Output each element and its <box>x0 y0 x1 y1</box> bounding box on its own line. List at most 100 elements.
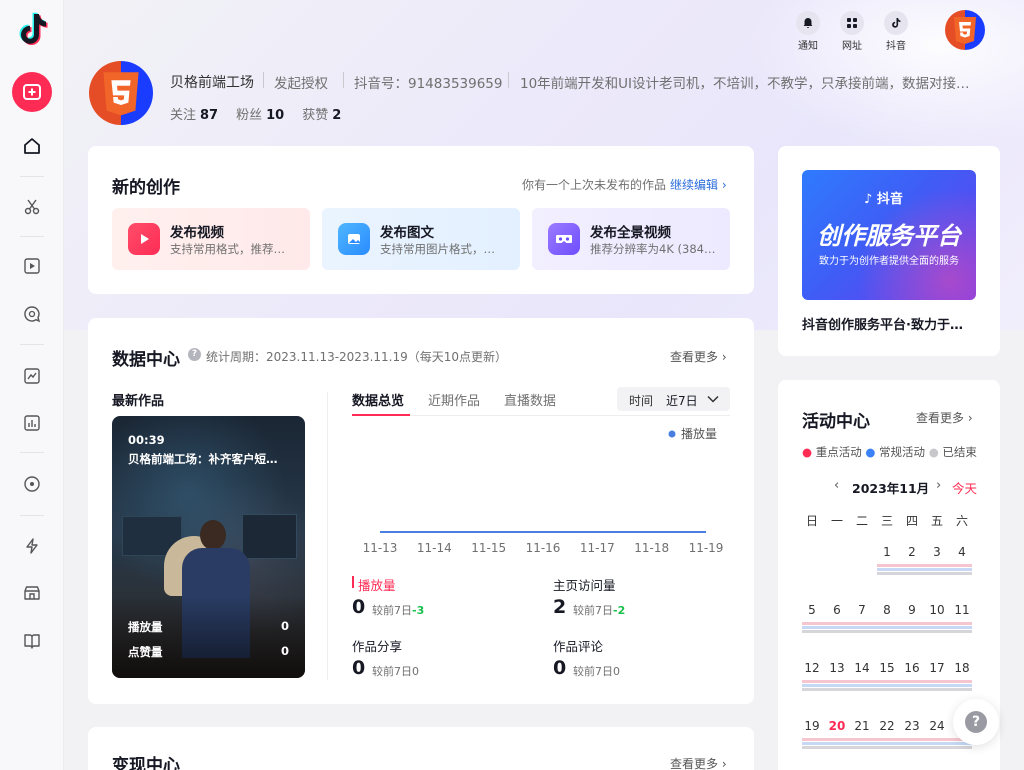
calendar-day[interactable]: 8 <box>875 603 899 617</box>
calendar-day[interactable]: 22 <box>875 719 899 733</box>
profile-avatar[interactable] <box>89 61 153 125</box>
calendar-activity-bar[interactable] <box>802 622 972 625</box>
calendar-day[interactable]: 18 <box>950 661 974 675</box>
tab-recent-works[interactable]: 近期作品 <box>428 390 480 409</box>
comment-search-icon[interactable] <box>20 302 44 326</box>
metric-comments-label[interactable]: 作品评论 <box>553 636 603 655</box>
fans-count[interactable]: 10 <box>266 108 284 123</box>
calendar-activity-bar[interactable] <box>802 626 972 629</box>
video-icon <box>128 223 160 255</box>
data-center-card: 数据中心 ? 统计周期：2023.11.13-2023.11.19（每天10点更… <box>88 318 754 704</box>
notify-button[interactable]: 通知 <box>790 11 826 52</box>
scissors-icon[interactable] <box>20 195 44 219</box>
time-value: 近7日 <box>666 394 698 408</box>
today-button[interactable]: 今天 <box>952 478 977 497</box>
calendar-activity-bar[interactable] <box>877 568 972 571</box>
calendar-day[interactable]: 17 <box>925 661 949 675</box>
time-range-select[interactable]: 时间 近7日 <box>617 387 730 411</box>
metric-plays-label[interactable]: 播放量 <box>358 575 396 594</box>
douyin-button[interactable]: 抖音 <box>878 11 914 52</box>
auth-link[interactable]: 发起授权 <box>274 72 328 92</box>
calendar-day[interactable]: 6 <box>825 603 849 617</box>
publish-panorama-title: 发布全景视频 <box>590 225 671 241</box>
calendar-day[interactable]: 4 <box>950 545 974 559</box>
calendar-month: 2023年11月 <box>852 481 930 496</box>
continue-edit-label: 继续编辑 <box>670 178 719 192</box>
calendar-weekday: 日 <box>805 514 818 528</box>
legend-ended: 已结束 <box>942 445 977 459</box>
publish-video-tile[interactable]: 发布视频 支持常用格式，推荐mp4 <box>112 208 310 270</box>
image-icon <box>338 223 370 255</box>
target-icon[interactable] <box>20 472 44 496</box>
calendar-day[interactable]: 14 <box>850 661 874 675</box>
douyin-logo-icon[interactable] <box>16 12 48 48</box>
calendar-day[interactable]: 1 <box>875 545 899 559</box>
help-button[interactable]: ? <box>953 699 999 745</box>
continue-edit-link[interactable]: 继续编辑 › <box>670 176 727 193</box>
calendar-weekday: 一 <box>830 514 843 528</box>
calendar-activity-bar[interactable] <box>802 688 972 691</box>
calendar-day[interactable]: 16 <box>900 661 924 675</box>
calendar-day[interactable]: 7 <box>850 603 874 617</box>
calendar-activity-bar[interactable] <box>877 564 972 567</box>
publish-panorama-tile[interactable]: 发布全景视频 推荐分辨率为4K (3840x1920) <box>532 208 730 270</box>
calendar-day[interactable]: 13 <box>825 661 849 675</box>
video-likes-label: 点赞量 <box>128 645 163 659</box>
calendar-activity-bar[interactable] <box>802 738 972 741</box>
data-more-link[interactable]: 查看更多 › <box>670 348 727 365</box>
calendar-day[interactable]: 21 <box>850 719 874 733</box>
calendar-day[interactable]: 15 <box>875 661 899 675</box>
promo-caption[interactable]: 抖音创作服务平台·致力于… <box>802 314 982 333</box>
tab-overview[interactable]: 数据总览 <box>352 390 404 409</box>
calendar-day[interactable]: 19 <box>800 719 824 733</box>
home-icon[interactable] <box>20 134 44 158</box>
publish-image-tile[interactable]: 发布图文 支持常用图片格式，暂不支持 <box>322 208 520 270</box>
help-circle-icon[interactable]: ? <box>188 348 201 361</box>
store-icon[interactable] <box>20 581 44 605</box>
calendar-day[interactable]: 2 <box>900 545 924 559</box>
x-tick-label: 11-18 <box>634 541 669 555</box>
calendar-day[interactable]: 12 <box>800 661 824 675</box>
calendar-day[interactable]: 11 <box>950 603 974 617</box>
sites-label: 网址 <box>842 41 862 52</box>
calendar-day[interactable]: 5 <box>800 603 824 617</box>
next-month-chevron-icon[interactable]: › <box>936 478 941 493</box>
calendar-activity-bar[interactable] <box>802 746 972 749</box>
following-count[interactable]: 87 <box>200 108 218 123</box>
metric-shares-label[interactable]: 作品分享 <box>352 636 402 655</box>
tab-live-data[interactable]: 直播数据 <box>504 390 556 409</box>
activity-more-link[interactable]: 查看更多 › <box>916 409 973 426</box>
trend-chart-icon[interactable] <box>20 364 44 388</box>
calendar-weekday: 五 <box>930 514 943 528</box>
create-plus-button[interactable] <box>12 72 52 112</box>
sites-button[interactable]: 网址 <box>834 11 870 52</box>
monetize-card: 变现中心 ˷˷ 查看更多 › <box>88 727 754 770</box>
video-play-icon[interactable] <box>20 254 44 278</box>
time-label: 时间 <box>629 394 654 408</box>
data-report-icon[interactable] <box>20 411 44 435</box>
promo-banner[interactable]: ♪ 抖音 创作服务平台 致力于为创作者提供全面的服务 <box>802 170 976 300</box>
publish-video-desc: 支持常用格式，推荐mp4 <box>170 242 296 256</box>
calendar-activity-bar[interactable] <box>802 742 972 745</box>
metric-visits-label[interactable]: 主页访问量 <box>553 575 616 594</box>
legend-key-activity: 重点活动 <box>815 445 862 459</box>
calendar-activity-bar[interactable] <box>802 680 972 683</box>
latest-video-thumbnail[interactable]: 00:39 贝格前端工场：补齐客户短… 播放量 0 点赞量 0 <box>112 416 305 678</box>
calendar-day[interactable]: 23 <box>900 719 924 733</box>
calendar-day[interactable]: 24 <box>925 719 949 733</box>
calendar-activity-bar[interactable] <box>802 684 972 687</box>
profile-name: 贝格前端工场 <box>170 75 254 91</box>
book-icon[interactable] <box>20 629 44 653</box>
calendar-day[interactable]: 3 <box>925 545 949 559</box>
sidebar <box>0 0 64 770</box>
calendar-day[interactable]: 20 <box>825 719 849 733</box>
user-avatar[interactable] <box>945 10 985 50</box>
calendar-day[interactable]: 10 <box>925 603 949 617</box>
calendar-activity-bar[interactable] <box>802 630 972 633</box>
chevron-right-icon: › <box>721 757 727 770</box>
calendar-activity-bar[interactable] <box>877 572 972 575</box>
calendar-day[interactable]: 9 <box>900 603 924 617</box>
monetize-more-link[interactable]: 查看更多 › <box>670 755 727 770</box>
lightning-icon[interactable] <box>20 534 44 558</box>
prev-month-chevron-icon[interactable]: ‹ <box>834 478 839 493</box>
